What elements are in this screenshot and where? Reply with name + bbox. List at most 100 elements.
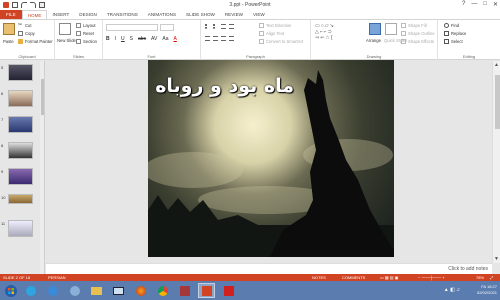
thumbnail-number: 11: [1, 221, 6, 226]
firefox-icon: [135, 285, 146, 296]
slide-thumbnail-10[interactable]: [8, 194, 33, 204]
slide-thumbnail-11[interactable]: [8, 220, 33, 237]
comments-toggle[interactable]: COMMENTS: [342, 275, 365, 280]
monitor-taskbar-button[interactable]: [110, 283, 127, 298]
help-button[interactable]: ?: [462, 1, 465, 8]
minimize-button[interactable]: —: [471, 1, 477, 8]
tab-home[interactable]: HOME: [21, 10, 48, 19]
slide-thumbnail-8[interactable]: [8, 142, 33, 159]
select-button[interactable]: Select: [444, 39, 463, 44]
slide-thumbnail-5[interactable]: [8, 64, 33, 81]
quick-styles-icon[interactable]: [385, 23, 397, 35]
tab-insert[interactable]: INSERT: [47, 10, 74, 19]
align-text-label: Align Text: [266, 31, 285, 36]
notes-pane[interactable]: Click to add notes: [46, 263, 492, 274]
slide-thumbnail-6[interactable]: [8, 90, 33, 107]
slide-title[interactable]: ماه بود و روباه: [155, 75, 294, 97]
shape-outline-button[interactable]: Shape Outline: [401, 31, 435, 36]
notes-toggle[interactable]: NOTES: [312, 275, 326, 280]
tab-view[interactable]: VIEW: [248, 10, 270, 19]
shape-effects-button[interactable]: Shape Effects: [401, 39, 434, 44]
scissors-icon: ✂: [18, 22, 23, 28]
shapes-gallery[interactable]: ▭○▱↘ △⌐⌐⊃ ⇒⇐☆{: [315, 23, 363, 47]
reset-icon: [76, 31, 81, 36]
smartart-button[interactable]: Convert to SmartArt: [259, 39, 303, 44]
system-tray-icons[interactable]: ▲ ◧ ♫: [444, 287, 460, 293]
section-button[interactable]: Section: [76, 39, 97, 44]
font-format-row: B I U S abc AV Aa A: [106, 36, 177, 42]
maximize-button[interactable]: □: [483, 1, 487, 8]
paste-icon[interactable]: [3, 23, 15, 35]
zoom-level[interactable]: 78%: [476, 275, 484, 280]
tab-transitions[interactable]: TRANSITIONS: [102, 10, 143, 19]
font-size-box[interactable]: [160, 24, 174, 31]
paste-button[interactable]: Paste: [3, 39, 14, 44]
change-case-button[interactable]: Aa: [162, 36, 168, 42]
scroll-up-arrow[interactable]: ▲: [494, 62, 499, 68]
decrease-indent-icon[interactable]: [221, 24, 226, 29]
shadow-button[interactable]: S: [130, 36, 133, 42]
increase-indent-icon[interactable]: [229, 24, 234, 29]
reset-button[interactable]: Reset: [76, 31, 94, 36]
replace-button[interactable]: Replace: [444, 31, 466, 36]
scrollbar-thumb[interactable]: [40, 79, 44, 115]
view-buttons[interactable]: ▭ ▦ ▤ ▣: [380, 275, 398, 280]
find-button[interactable]: Find: [444, 23, 459, 28]
chrome-taskbar-button[interactable]: [154, 283, 171, 298]
pdf-taskbar-button[interactable]: [220, 283, 237, 298]
current-slide[interactable]: ماه بود و روباه: [148, 60, 394, 257]
clock[interactable]: FA 18:27 02/02/2021: [477, 284, 497, 296]
italic-button[interactable]: I: [115, 36, 116, 42]
shape-fill-button[interactable]: Shape Fill: [401, 23, 427, 28]
format-painter-button[interactable]: Format Painter: [18, 39, 53, 44]
access-taskbar-button[interactable]: [176, 283, 193, 298]
media-player-taskbar-button[interactable]: [44, 283, 61, 298]
align-text-button[interactable]: Align Text: [259, 31, 284, 36]
layout-button[interactable]: Layout: [76, 23, 96, 28]
bold-button[interactable]: B: [106, 36, 110, 42]
firefox-taskbar-button[interactable]: [132, 283, 149, 298]
underline-button[interactable]: U: [121, 36, 125, 42]
numbering-icon[interactable]: [213, 24, 218, 29]
new-slide-button[interactable]: New Slide: [57, 38, 76, 43]
tab-animations[interactable]: ANIMATIONS: [143, 10, 181, 19]
tab-design[interactable]: DESIGN: [74, 10, 102, 19]
align-left-icon[interactable]: [205, 36, 210, 41]
powerpoint-taskbar-button[interactable]: [198, 283, 215, 298]
bullets-icon[interactable]: [205, 24, 210, 29]
zoom-slider[interactable]: − ───┼─── +: [418, 275, 445, 280]
align-center-icon[interactable]: [213, 36, 218, 41]
section-icon: [76, 39, 81, 44]
text-direction-button[interactable]: Text Direction: [259, 23, 291, 28]
notes-placeholder: Click to add notes: [448, 266, 488, 272]
slide-thumbnail-7[interactable]: [8, 116, 33, 133]
arrange-icon[interactable]: [369, 23, 381, 35]
scrollbar-thumb[interactable]: [494, 75, 500, 129]
new-slide-icon[interactable]: [59, 23, 71, 35]
align-right-icon[interactable]: [221, 36, 226, 41]
tab-review[interactable]: REVIEW: [220, 10, 248, 19]
scroll-down-arrow[interactable]: ▼: [494, 256, 499, 262]
access-icon: [179, 285, 190, 296]
character-spacing-button[interactable]: AV: [151, 36, 157, 42]
copy-button[interactable]: Copy: [18, 31, 35, 36]
tab-file[interactable]: FILE: [0, 10, 22, 19]
network-taskbar-button[interactable]: [66, 283, 83, 298]
explorer-taskbar-button[interactable]: [88, 283, 105, 298]
input-language[interactable]: FA: [481, 284, 486, 289]
slide-thumbnail-9[interactable]: [8, 168, 33, 185]
cut-button[interactable]: ✂ Cut: [18, 22, 32, 29]
start-button[interactable]: [2, 283, 19, 298]
close-button[interactable]: ✕: [493, 1, 498, 8]
slide-scrollbar[interactable]: ▲ ▼: [492, 61, 500, 263]
arrange-button[interactable]: Arrange: [366, 38, 381, 43]
justify-icon[interactable]: [229, 36, 234, 41]
thumbnails-scrollbar[interactable]: [40, 61, 44, 274]
font-name-box[interactable]: [106, 24, 158, 31]
language-indicator[interactable]: PERSIAN: [48, 275, 66, 280]
telegram-taskbar-button[interactable]: [22, 283, 39, 298]
font-color-button[interactable]: A: [173, 36, 176, 42]
strikethrough-button[interactable]: abc: [138, 36, 146, 42]
tab-slide-show[interactable]: SLIDE SHOW: [181, 10, 220, 19]
fit-slide-icon[interactable]: ⤢: [490, 275, 493, 280]
